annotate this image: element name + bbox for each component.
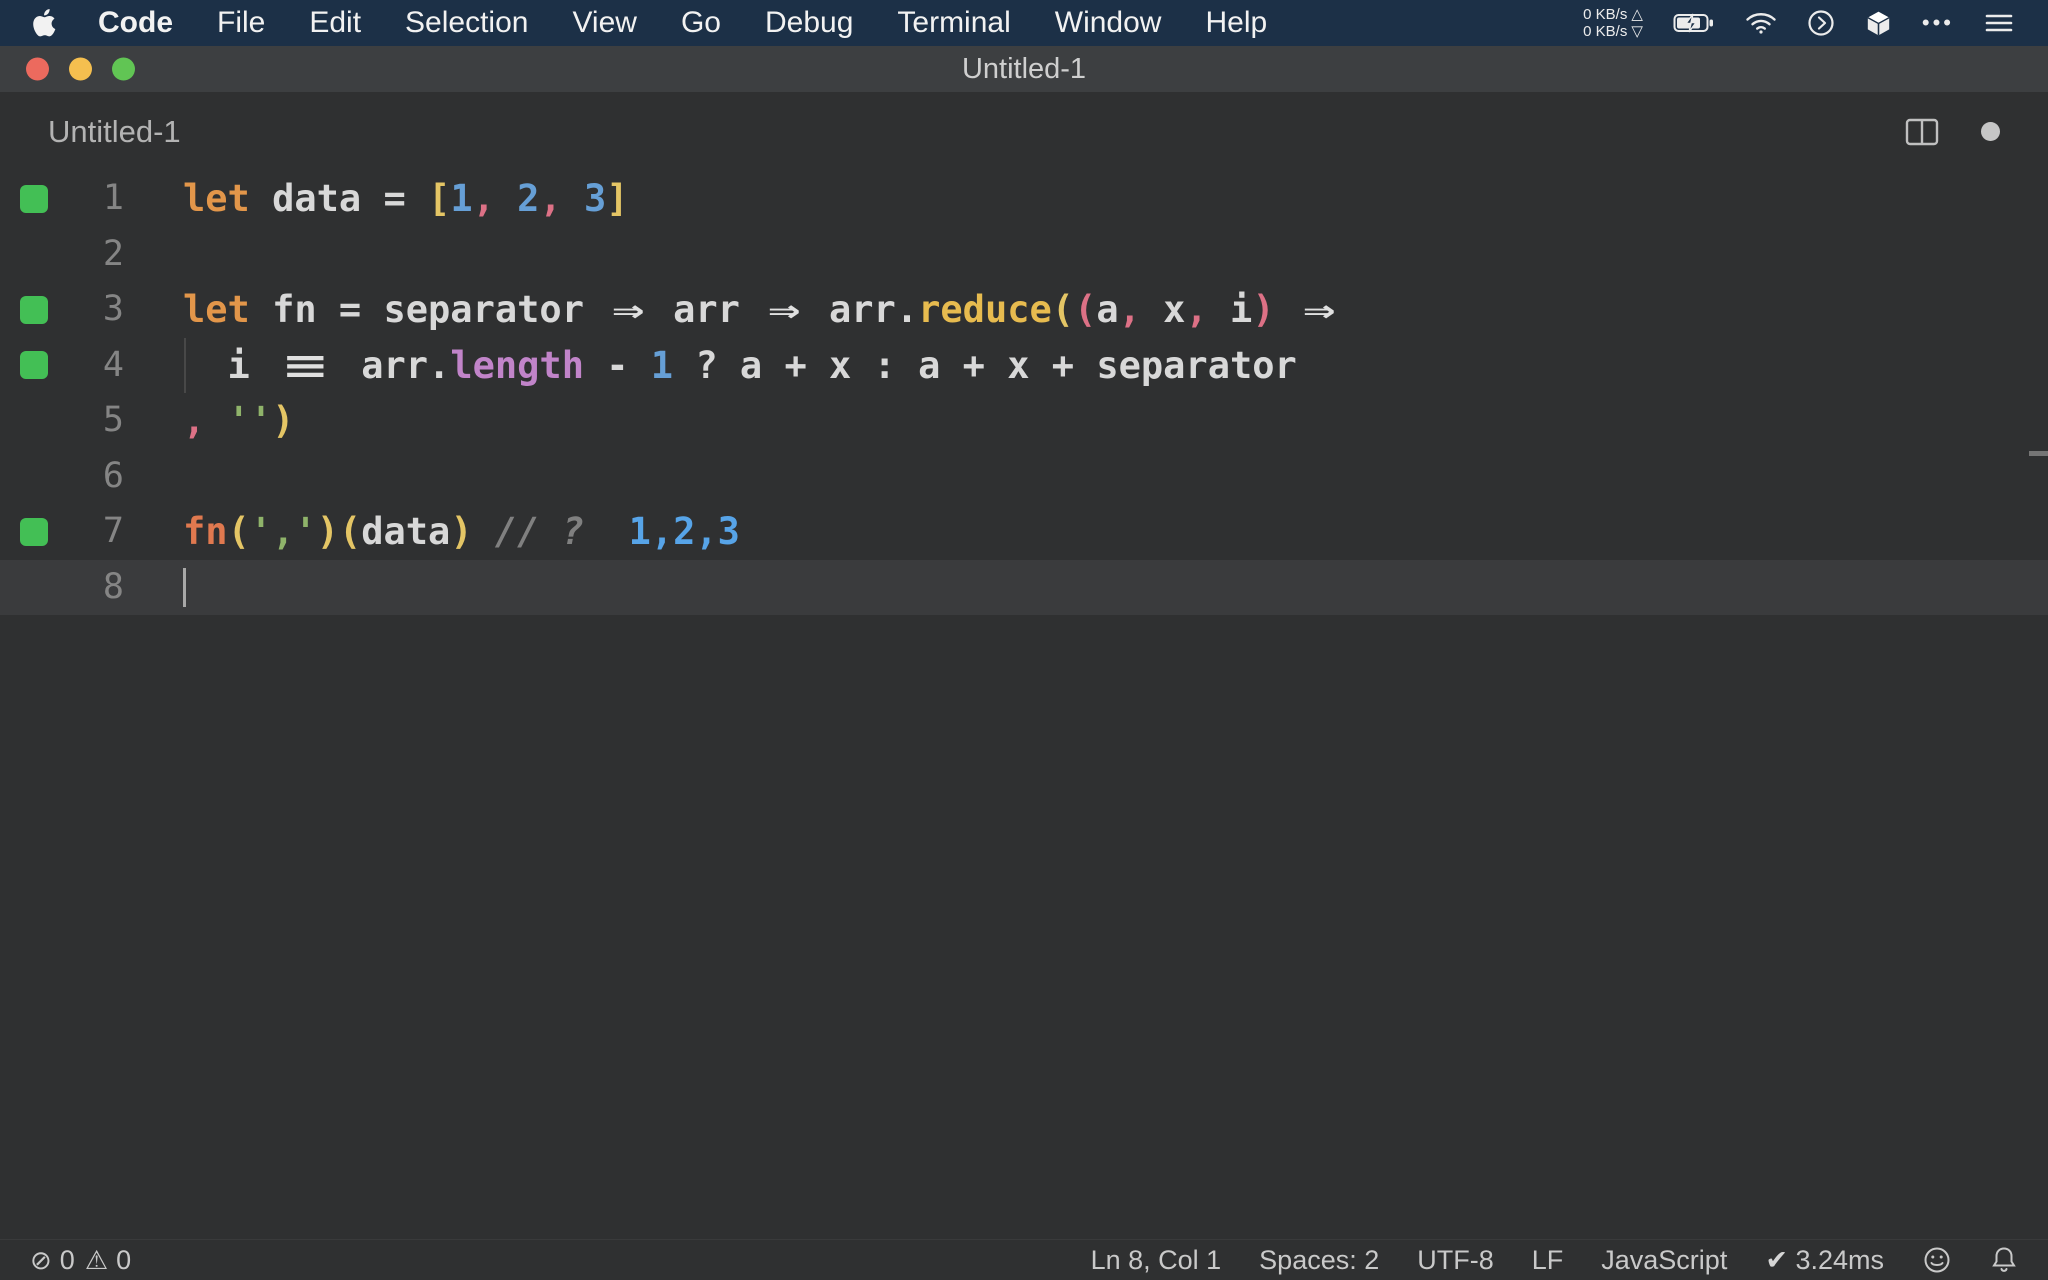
check-icon: ✔	[1765, 1244, 1796, 1275]
wifi-icon[interactable]	[1745, 11, 1777, 35]
problems-indicator[interactable]: ⊘ 0 ⚠ 0	[0, 1245, 131, 1276]
cube-icon[interactable]	[1865, 10, 1892, 37]
editor-actions	[1905, 117, 2000, 147]
minimize-button[interactable]	[69, 57, 92, 81]
close-button[interactable]	[26, 57, 49, 81]
code-line-7[interactable]: 7 fn(',')(data) // ? 1,2,3	[0, 504, 2048, 560]
battery-icon[interactable]	[1673, 11, 1715, 35]
feedback-smiley-icon[interactable]	[1922, 1245, 1952, 1275]
code-text: fn(',')(data) // ? 1,2,3	[183, 510, 740, 553]
menu-item-selection[interactable]: Selection	[405, 6, 528, 40]
warning-count: 0	[116, 1244, 132, 1275]
notifications-bell-icon[interactable]	[1990, 1245, 2018, 1275]
menu-bar-status-icons: 0 KB/s △ 0 KB/s ▽ •••	[1583, 6, 2048, 40]
code-line-5[interactable]: 5 , '')	[0, 393, 2048, 449]
window-title-bar: Untitled-1	[0, 46, 2048, 92]
line-number: 6	[102, 455, 124, 496]
code-line-8[interactable]: 8	[0, 559, 2048, 615]
open-file-name: Untitled-1	[48, 113, 181, 149]
menu-item-view[interactable]: View	[572, 6, 636, 40]
menu-items: Code File Edit Selection View Go Debug Terminal…	[98, 6, 1267, 40]
error-icon: ⊘	[30, 1244, 52, 1275]
code-line-1[interactable]: 1 let data = [1, 2, 3]	[0, 171, 2048, 227]
window-title: Untitled-1	[961, 52, 1087, 85]
overview-ruler-mark	[2029, 451, 2048, 456]
warning-icon: ⚠	[84, 1244, 109, 1275]
status-encoding[interactable]: UTF-8	[1417, 1245, 1494, 1276]
code-text: let data = [1, 2, 3]	[183, 177, 629, 220]
menu-item-window[interactable]: Window	[1055, 6, 1162, 40]
macos-menu-bar: Code File Edit Selection View Go Debug Terminal…	[0, 0, 2048, 46]
split-editor-icon[interactable]	[1905, 117, 1939, 147]
menu-item-debug[interactable]: Debug	[765, 6, 853, 40]
status-bar: ⊘ 0 ⚠ 0 Ln 8, Col 1 Spaces: 2 UTF-8 LF JavaS…	[0, 1239, 2048, 1280]
code-line-6[interactable]: 6	[0, 449, 2048, 505]
unsaved-changes-dot[interactable]	[1981, 122, 2000, 141]
menu-item-help[interactable]: Help	[1205, 6, 1267, 40]
window-controls	[26, 57, 135, 81]
error-count: 0	[59, 1244, 75, 1275]
menu-item-terminal[interactable]: Terminal	[897, 6, 1010, 40]
net-down-speed: 0 KB/s	[1583, 23, 1628, 40]
zoom-button[interactable]	[112, 57, 135, 81]
line-number: 1	[102, 178, 124, 218]
status-indentation[interactable]: Spaces: 2	[1259, 1245, 1379, 1276]
line-number: 5	[102, 400, 124, 440]
code-text: let fn = separator ⇒ arr ⇒ arr.reduce((a…	[183, 288, 1336, 331]
net-up-speed: 0 KB/s	[1583, 6, 1628, 23]
menu-item-go[interactable]: Go	[681, 6, 721, 40]
code-line-3[interactable]: 3 let fn = separator ⇒ arr ⇒ arr.reduce((…	[0, 282, 2048, 338]
list-menu-icon[interactable]	[1984, 11, 2014, 35]
editor-title-bar: Untitled-1	[0, 92, 2048, 171]
status-right-items: Ln 8, Col 1 Spaces: 2 UTF-8 LF JavaScript ✔ 3…	[1091, 1245, 1884, 1276]
status-bar-right: Ln 8, Col 1 Spaces: 2 UTF-8 LF JavaScript ✔ 3…	[1091, 1245, 2048, 1276]
network-speed-indicator[interactable]: 0 KB/s △ 0 KB/s ▽	[1583, 6, 1643, 40]
code-editor[interactable]: 1 let data = [1, 2, 3] 2 3 let fn = separato…	[0, 171, 2048, 1239]
code-line-4[interactable]: 4 i ≡ arr.length - 1 ? a + x : a + x + s…	[0, 337, 2048, 393]
arrow-up-icon: △	[1631, 6, 1643, 23]
menu-item-code[interactable]: Code	[98, 6, 173, 40]
text-cursor	[183, 567, 186, 607]
line-number: 2	[102, 233, 124, 274]
line-number: 8	[102, 566, 124, 607]
menu-bar-left: Code File Edit Selection View Go Debug Terminal…	[0, 6, 1267, 40]
code-line-2[interactable]: 2	[0, 227, 2048, 283]
status-cursor-position[interactable]: Ln 8, Col 1	[1091, 1245, 1222, 1276]
menu-item-file[interactable]: File	[217, 6, 265, 40]
code-text: i ≡ arr.length - 1 ? a + x : a + x + sep…	[183, 343, 1297, 387]
line-number: 4	[102, 344, 124, 385]
code-text: , '')	[183, 399, 295, 442]
status-language-mode[interactable]: JavaScript	[1601, 1245, 1727, 1276]
apple-menu-icon[interactable]	[32, 9, 56, 37]
circle-chevron-icon[interactable]	[1807, 9, 1835, 37]
code-lines: 1 let data = [1, 2, 3] 2 3 let fn = separato…	[0, 171, 2048, 615]
status-quokka-perf[interactable]: ✔ 3.24ms	[1765, 1245, 1884, 1276]
arrow-down-icon: ▽	[1631, 23, 1643, 40]
more-menu-icon[interactable]: •••	[1922, 10, 1954, 36]
line-number: 7	[102, 511, 124, 551]
menu-item-edit[interactable]: Edit	[309, 6, 361, 40]
line-number: 3	[102, 289, 124, 329]
status-eol[interactable]: LF	[1532, 1245, 1564, 1276]
